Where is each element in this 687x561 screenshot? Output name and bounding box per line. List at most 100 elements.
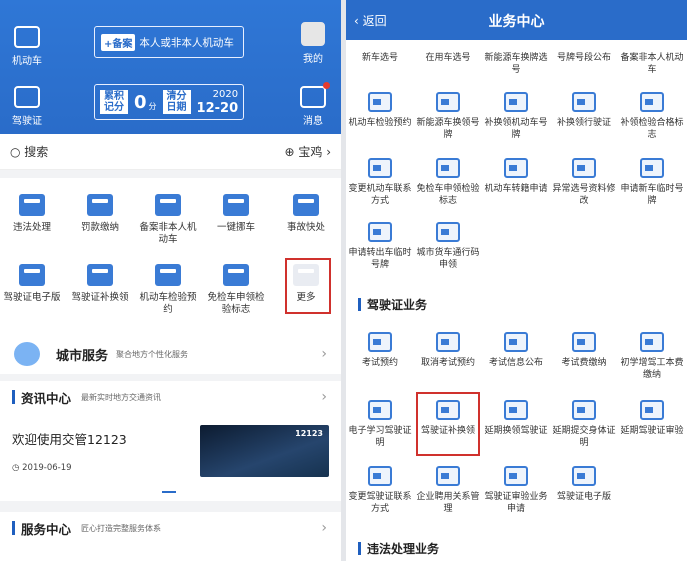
item-e-license[interactable]: 驾驶证电子版 [550, 466, 618, 503]
mine-label: 我的 [303, 54, 323, 65]
plate-badge: +备案 [101, 33, 136, 51]
item-register-vehicle[interactable]: 备案非本人机动车 [618, 52, 686, 76]
item-delay-review[interactable]: 延期驾驶证审验 [618, 400, 686, 437]
item-review-request[interactable]: 驾驶证审验业务申请 [482, 466, 550, 515]
item-employment[interactable]: 企业聘用关系管理 [414, 466, 482, 515]
highlight-more [285, 258, 331, 314]
item-label: 变更驾驶证联系方式 [348, 492, 412, 514]
news-headline[interactable]: 欢迎使用交管12123 [12, 429, 127, 448]
vehicle-button[interactable]: 机动车 [2, 26, 52, 67]
item-label: 延期换领驾驶证 [484, 426, 548, 436]
hexagon-icon [223, 264, 249, 286]
grid-item-inspection-booking[interactable]: 机动车检验预约 [138, 264, 198, 316]
item-number-range[interactable]: 号牌号段公布 [550, 52, 618, 64]
item-delay-health-proof[interactable]: 延期提交身体证明 [550, 400, 618, 449]
add-vehicle-button[interactable]: +备案 本人或非本人机动车 [94, 26, 244, 58]
mine-button[interactable]: 我的 [288, 22, 338, 65]
news-center: 资讯中心 最新实时地方交通资讯 › 欢迎使用交管12123 ◷ 2019-06-… [0, 381, 341, 501]
license-label: 驾驶证 [12, 116, 42, 127]
item-inspection-booking[interactable]: 机动车检验预约 [346, 92, 414, 129]
item-label: 变更机动车联系方式 [348, 184, 412, 206]
clear-date-label: 清分日期 [162, 90, 191, 114]
id-card-icon [19, 264, 45, 286]
item-cancel-exam[interactable]: 取消考试预约 [414, 332, 482, 369]
city-service-row[interactable]: 城市服务 聚合地方个性化服务 › [0, 334, 341, 374]
screen-icon [504, 332, 528, 352]
grid-item-accident[interactable]: 事故快处 [276, 194, 336, 234]
item-label: 补领检验合格标志 [620, 118, 684, 140]
item-label: 驾驶证电子版 [556, 492, 611, 502]
search-bar[interactable]: ○ 搜索 ⊕ 宝鸡 › [0, 134, 341, 170]
location-selector[interactable]: ⊕ 宝鸡 › [284, 143, 331, 160]
item-nev-number[interactable]: 新能源车换牌选号 [482, 52, 550, 76]
section-title: 驾驶证业务 [367, 298, 428, 312]
vehicle-icon [14, 26, 40, 48]
home-header: 机动车 我的 驾驶证 消息 +备案 本人或非本人机动车 累积记分 0 分 清分日… [0, 0, 341, 134]
accident-icon [293, 194, 319, 216]
page-title: 业务中心 [488, 14, 545, 30]
item-transfer-temp-plate[interactable]: 申请转出车临时号牌 [346, 222, 414, 271]
grid-item-exempt-label[interactable]: 免检车申领检验标志 [206, 264, 266, 316]
item-label: 考试费缴纳 [561, 358, 607, 368]
item-nev-plate[interactable]: 新能源车换领号牌 [414, 92, 482, 141]
item-e-learning-proof[interactable]: 电子学习驾驶证明 [346, 400, 414, 449]
item-number-fix[interactable]: 异常选号资料修改 [550, 158, 618, 207]
service-subtitle: 匠心打造完整服务体系 [81, 523, 162, 533]
item-label: 申请转出车临时号牌 [348, 248, 412, 270]
item-label: 城市货车通行码申领 [416, 248, 480, 270]
item-new-car-number[interactable]: 新车选号 [346, 52, 414, 64]
grid-item-register-vehicle[interactable]: 备案非本人机动车 [138, 194, 198, 246]
item-change-license-contact[interactable]: 变更驾驶证联系方式 [346, 466, 414, 515]
grid-item-move-car[interactable]: 一键挪车 [206, 194, 266, 234]
score-card[interactable]: 累积记分 0 分 清分日期 2020 12-20 [94, 84, 244, 120]
grid-label: 机动车检验预约 [139, 292, 197, 315]
grid-item-e-license[interactable]: 驾驶证电子版 [2, 264, 62, 304]
item-delay-renewal[interactable]: 延期换领驾驶证 [482, 400, 550, 437]
chevron-right-icon: › [321, 389, 327, 405]
home-screen: 机动车 我的 驾驶证 消息 +备案 本人或非本人机动车 累积记分 0 分 清分日… [0, 0, 341, 561]
grid-item-license-reissue[interactable]: 驾驶证补换领 [70, 264, 130, 304]
item-temp-plate[interactable]: 申请新车临时号牌 [618, 158, 686, 207]
business-center-screen: ‹ 返回 业务中心 新车选号 在用车选号 新能源车换牌选号 号牌号段公布 备案非… [346, 0, 687, 561]
plate-icon [504, 92, 528, 112]
grid-label: 免检车申领检验标志 [207, 292, 265, 315]
chevron-right-icon: › [321, 520, 327, 536]
chevron-right-icon: › [321, 346, 327, 362]
business-header: ‹ 返回 业务中心 [346, 0, 687, 40]
item-exam-booking[interactable]: 考试预约 [346, 332, 414, 369]
news-subtitle: 最新实时地方交通资讯 [81, 392, 162, 402]
screen-icon [572, 332, 596, 352]
id-card-icon [572, 466, 596, 486]
news-header[interactable]: 资讯中心 最新实时地方交通资讯 › [0, 381, 341, 413]
avatar [301, 22, 325, 46]
id-card-icon [640, 400, 664, 420]
item-label: 申请新车临时号牌 [620, 184, 684, 206]
grid-label: 违法处理 [12, 222, 51, 233]
license-button[interactable]: 驾驶证 [2, 86, 52, 127]
plate-icon [368, 222, 392, 242]
phone-icon [368, 466, 392, 486]
item-label: 驾驶证审验业务申请 [484, 492, 548, 514]
grid-item-fine-payment[interactable]: 罚款缴纳 [70, 194, 130, 234]
score-unit: 分 [148, 101, 157, 111]
item-truck-pass[interactable]: 城市货车通行码申领 [414, 222, 482, 271]
item-exam-fee[interactable]: 考试费缴纳 [550, 332, 618, 369]
item-used-car-number[interactable]: 在用车选号 [414, 52, 482, 64]
item-registration-reissue[interactable]: 补换领行驶证 [550, 92, 618, 129]
company-icon [436, 466, 460, 486]
item-exam-info[interactable]: 考试信息公布 [482, 332, 550, 369]
service-header[interactable]: 服务中心 匠心打造完整服务体系 › [0, 512, 341, 544]
news-thumbnail[interactable]: 12123 [200, 425, 329, 477]
item-beginner-fee[interactable]: 初学增驾工本费缴纳 [618, 332, 686, 381]
item-exempt-label[interactable]: 免检车申领检验标志 [414, 158, 482, 207]
item-change-contact[interactable]: 变更机动车联系方式 [346, 158, 414, 207]
item-plate-reissue[interactable]: 补换领机动车号牌 [482, 92, 550, 141]
grid-item-violation[interactable]: 违法处理 [2, 194, 62, 234]
item-transfer[interactable]: 机动车转籍申请 [482, 158, 550, 195]
section-bar [358, 298, 361, 311]
plate-icon [436, 92, 460, 112]
item-inspection-label[interactable]: 补领检验合格标志 [618, 92, 686, 141]
item-label: 异常选号资料修改 [552, 184, 616, 206]
message-button[interactable]: 消息 [288, 82, 338, 127]
hexagon-icon [436, 158, 460, 178]
